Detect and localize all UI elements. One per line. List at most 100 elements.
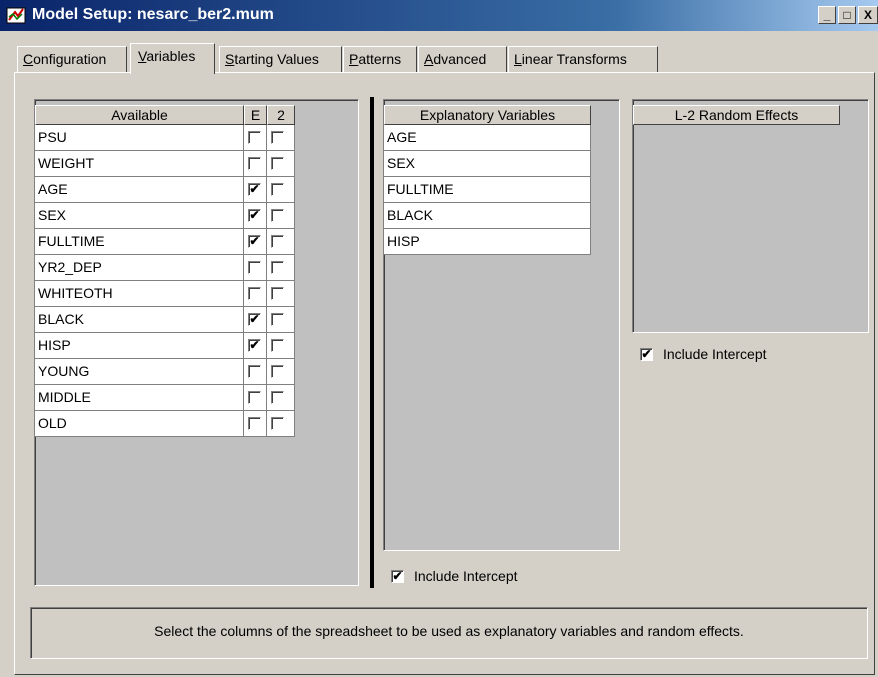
available-variable-middle[interactable]: MIDDLE <box>35 385 244 411</box>
l2-cell <box>267 203 295 229</box>
tab-label: dvanced <box>433 51 487 67</box>
e-cell: ✔ <box>244 307 267 333</box>
tab-linear-transforms[interactable]: Linear Transforms <box>508 46 658 72</box>
help-text: Select the columns of the spreadsheet to… <box>154 623 744 639</box>
random-include-intercept-label[interactable]: Include Intercept <box>663 346 767 362</box>
l2-cell <box>267 411 295 437</box>
available-variable-black[interactable]: BLACK <box>35 307 244 333</box>
help-text-box: Select the columns of the spreadsheet to… <box>30 607 868 659</box>
random-effect-checkbox[interactable] <box>271 313 284 326</box>
window-title: Model Setup: nesarc_ber2.mum <box>32 6 274 23</box>
random-effect-checkbox[interactable] <box>271 235 284 248</box>
e-cell <box>244 385 267 411</box>
model-setup-icon <box>6 7 26 24</box>
e-cell: ✔ <box>244 333 267 359</box>
explanatory-variable-black[interactable]: BLACK <box>384 203 591 229</box>
random-effect-checkbox[interactable] <box>271 131 284 144</box>
explanatory-checkbox[interactable]: ✔ <box>248 313 261 326</box>
random-effect-checkbox[interactable] <box>271 365 284 378</box>
l2-cell <box>267 255 295 281</box>
explanatory-checkbox[interactable] <box>248 287 261 300</box>
e-cell <box>244 125 267 151</box>
explanatory-include-intercept-label[interactable]: Include Intercept <box>414 568 518 584</box>
available-column-header[interactable]: Available <box>35 105 244 125</box>
l2-cell <box>267 229 295 255</box>
explanatory-checkbox[interactable] <box>248 365 261 378</box>
available-variable-old[interactable]: OLD <box>35 411 244 437</box>
e-cell <box>244 411 267 437</box>
tab-mnemonic: L <box>514 51 522 67</box>
explanatory-checkbox[interactable]: ✔ <box>248 339 261 352</box>
explanatory-checkbox[interactable] <box>248 417 261 430</box>
random-effect-checkbox[interactable] <box>271 417 284 430</box>
random-effect-checkbox[interactable] <box>271 391 284 404</box>
explanatory-include-intercept-checkbox[interactable]: ✔ <box>391 570 404 583</box>
e-cell: ✔ <box>244 229 267 255</box>
e-cell: ✔ <box>244 177 267 203</box>
random-include-intercept-checkbox[interactable]: ✔ <box>640 348 653 361</box>
splitter[interactable] <box>370 97 374 588</box>
tab-mnemonic: P <box>349 51 359 67</box>
available-variable-fulltime[interactable]: FULLTIME <box>35 229 244 255</box>
tab-mnemonic: A <box>424 51 434 67</box>
random-effect-checkbox[interactable] <box>271 157 284 170</box>
available-variable-whiteoth[interactable]: WHITEOTH <box>35 281 244 307</box>
random-effect-checkbox[interactable] <box>271 209 284 222</box>
tab-label: atterns <box>358 51 402 67</box>
tab-variables[interactable]: Variables <box>130 43 215 74</box>
e-cell <box>244 359 267 385</box>
random-effects-header[interactable]: L-2 Random Effects <box>633 105 840 125</box>
tab-mnemonic: C <box>23 51 34 67</box>
tab-label: ariables <box>146 48 196 64</box>
explanatory-variable-fulltime[interactable]: FULLTIME <box>384 177 591 203</box>
explanatory-checkbox[interactable] <box>248 261 261 274</box>
explanatory-variables-header[interactable]: Explanatory Variables <box>384 105 591 125</box>
tab-configuration[interactable]: Configuration <box>17 46 127 72</box>
l2-cell <box>267 125 295 151</box>
minimize-button[interactable]: _ <box>818 6 836 24</box>
random-effect-checkbox[interactable] <box>271 339 284 352</box>
maximize-button[interactable]: □ <box>838 6 856 24</box>
tab-starting-values[interactable]: Starting Values <box>219 46 342 72</box>
l2-cell <box>267 385 295 411</box>
l2-cell <box>267 151 295 177</box>
random-effect-checkbox[interactable] <box>271 287 284 300</box>
explanatory-checkbox[interactable]: ✔ <box>248 183 261 196</box>
l2-cell <box>267 359 295 385</box>
e-cell: ✔ <box>244 203 267 229</box>
available-variable-weight[interactable]: WEIGHT <box>35 151 244 177</box>
explanatory-checkbox[interactable]: ✔ <box>248 209 261 222</box>
available-variable-sex[interactable]: SEX <box>35 203 244 229</box>
explanatory-variable-hisp[interactable]: HISP <box>384 229 591 255</box>
random-effects-grid <box>632 99 869 333</box>
tab-label: inear Transforms <box>521 51 627 67</box>
available-variable-psu[interactable]: PSU <box>35 125 244 151</box>
l2-cell <box>267 307 295 333</box>
explanatory-variable-age[interactable]: AGE <box>384 125 591 151</box>
l2-column-header[interactable]: 2 <box>267 105 295 125</box>
tab-advanced[interactable]: Advanced <box>418 46 507 72</box>
e-cell <box>244 255 267 281</box>
e-cell <box>244 281 267 307</box>
available-variable-young[interactable]: YOUNG <box>35 359 244 385</box>
random-effect-checkbox[interactable] <box>271 261 284 274</box>
explanatory-checkbox[interactable] <box>248 391 261 404</box>
available-variable-hisp[interactable]: HISP <box>35 333 244 359</box>
explanatory-variable-sex[interactable]: SEX <box>384 151 591 177</box>
e-column-header[interactable]: E <box>244 105 267 125</box>
explanatory-checkbox[interactable] <box>248 157 261 170</box>
e-cell <box>244 151 267 177</box>
l2-cell <box>267 333 295 359</box>
random-effect-checkbox[interactable] <box>271 183 284 196</box>
l2-cell <box>267 177 295 203</box>
tab-patterns[interactable]: Patterns <box>343 46 417 72</box>
l2-cell <box>267 281 295 307</box>
tab-label: onfiguration <box>33 51 107 67</box>
explanatory-checkbox[interactable]: ✔ <box>248 235 261 248</box>
tab-label: tarting Values <box>234 51 319 67</box>
tab-mnemonic: S <box>225 51 235 67</box>
explanatory-checkbox[interactable] <box>248 131 261 144</box>
close-button[interactable]: X <box>858 6 878 24</box>
available-variable-age[interactable]: AGE <box>35 177 244 203</box>
available-variable-yr2_dep[interactable]: YR2_DEP <box>35 255 244 281</box>
